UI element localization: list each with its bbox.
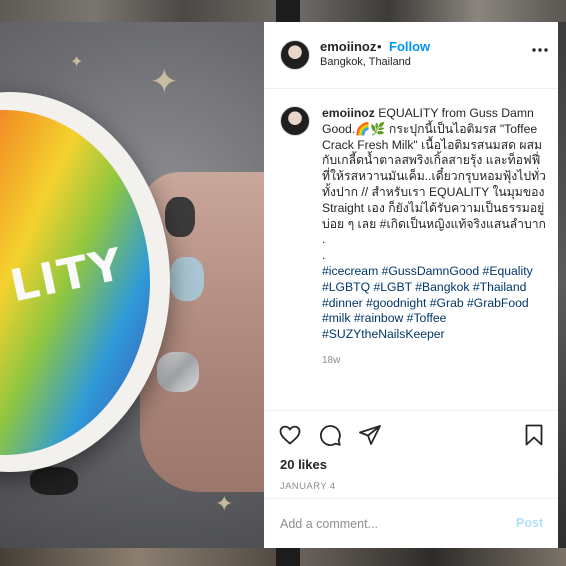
caption-hashtags[interactable]: #icecream #GussDamnGood #Equality #LGBTQ…	[322, 264, 546, 343]
nail-image	[170, 257, 204, 301]
thumbnail-top-right[interactable]	[300, 0, 566, 22]
thumbnail-top-left[interactable]	[0, 0, 276, 22]
caption-timestamp: 18w	[322, 355, 341, 366]
background-strip	[558, 22, 566, 548]
nail-image	[165, 197, 195, 237]
caption-dot: .	[322, 248, 326, 263]
caption-avatar[interactable]	[280, 106, 310, 136]
nail-image	[30, 467, 78, 495]
add-comment-bar: Post	[264, 498, 558, 549]
caption-text: EQUALITY from Guss Damn Good.🌈🌿 กระปุกนี…	[322, 106, 546, 231]
likes-count[interactable]: 20 likes	[280, 457, 327, 472]
heart-icon	[279, 425, 301, 445]
post-date[interactable]: JANUARY 4	[280, 481, 336, 492]
thumbnail-bottom-left[interactable]	[0, 548, 276, 566]
post-side-panel: emoiinoz • Follow Bangkok, Thailand emoi…	[264, 22, 558, 548]
paper-plane-icon	[359, 425, 381, 445]
post-photo[interactable]: ✦ ✦ ✦ ✦ LITY	[0, 22, 264, 548]
comment-input[interactable]	[278, 512, 502, 536]
username-link[interactable]: emoiinoz	[320, 39, 376, 54]
sparkle-decoration: ✦	[70, 52, 84, 71]
caption-username[interactable]: emoiinoz	[322, 106, 375, 120]
caption-dot: .	[322, 232, 326, 247]
rainbow-lid: LITY	[0, 110, 150, 455]
nail-image	[157, 352, 199, 392]
post-header: emoiinoz • Follow Bangkok, Thailand	[264, 22, 558, 89]
save-button[interactable]	[522, 423, 546, 447]
sparkle-decoration: ✦	[150, 62, 179, 102]
more-options-icon[interactable]	[530, 42, 550, 58]
post-caption: emoiinoz EQUALITY from Guss Damn Good.🌈🌿…	[322, 106, 546, 343]
comment-icon	[319, 425, 341, 446]
post-comment-button[interactable]: Post	[516, 516, 543, 530]
share-button[interactable]	[358, 423, 382, 447]
like-button[interactable]	[278, 423, 302, 447]
bookmark-icon	[525, 424, 543, 446]
sparkle-decoration: ✦	[215, 492, 234, 517]
location-link[interactable]: Bangkok, Thailand	[320, 56, 411, 68]
cup-lid-text: LITY	[5, 238, 129, 313]
separator-dot: •	[377, 39, 382, 54]
comment-button[interactable]	[318, 423, 342, 447]
more-dots-icon	[532, 48, 548, 52]
avatar[interactable]	[280, 40, 310, 70]
follow-button[interactable]: Follow	[389, 39, 430, 54]
